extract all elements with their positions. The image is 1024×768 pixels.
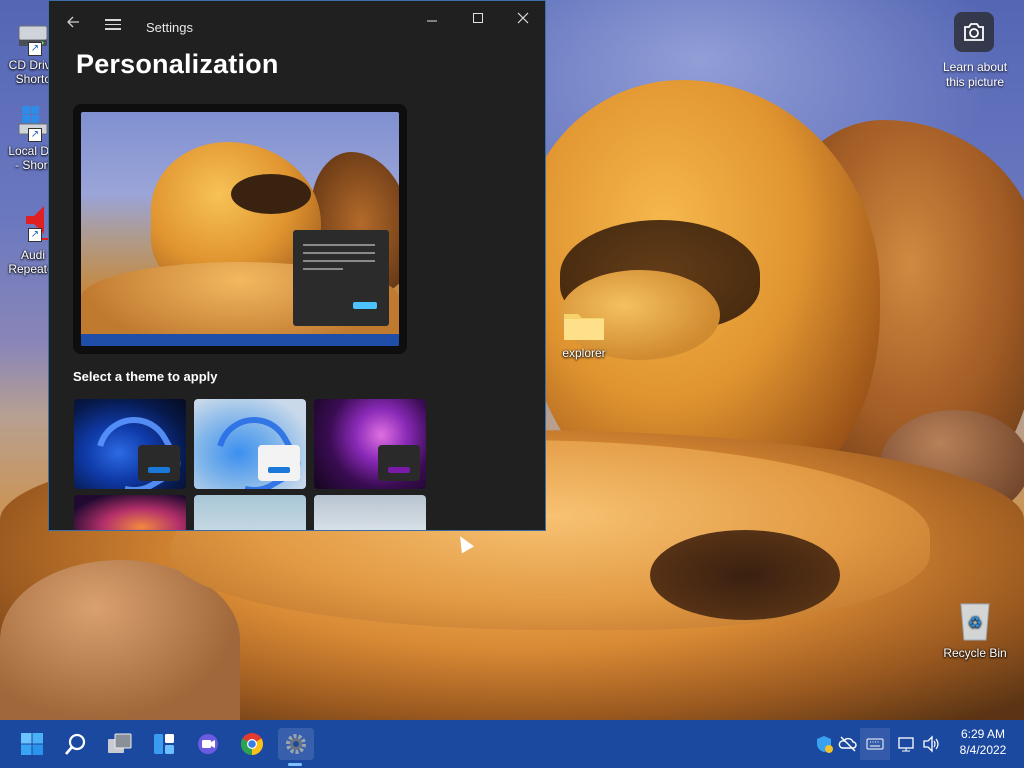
theme-option[interactable] [74, 495, 186, 530]
window-title: Settings [146, 20, 193, 35]
chrome-button[interactable] [234, 728, 270, 760]
clock[interactable]: 6:29 AM 8/4/2022 [944, 726, 1022, 758]
theme-preview-image [81, 112, 399, 346]
theme-preview [73, 104, 407, 354]
hamburger-icon [105, 19, 121, 30]
start-button[interactable] [14, 728, 50, 760]
volume-icon [923, 735, 939, 753]
recycle-bin-icon: ♻ [955, 598, 995, 642]
shortcut-arrow-icon: ↗ [28, 128, 42, 142]
speaker-icon: ↗ [16, 204, 50, 244]
windows-logo-icon [21, 733, 43, 755]
defender-tray-icon[interactable] [814, 734, 834, 754]
search-button[interactable] [58, 728, 94, 760]
clock-time: 6:29 AM [960, 727, 1006, 741]
desktop-icon-recycle-bin[interactable]: ♻ Recycle Bin [940, 598, 1010, 660]
desktop-icon-explorer[interactable]: explorer [549, 308, 619, 360]
widgets-button[interactable] [146, 728, 182, 760]
theme-mini-dialog [378, 445, 420, 481]
task-view-icon [108, 733, 132, 753]
keyboard-icon [866, 738, 884, 750]
drive-icon: ↗ [16, 18, 50, 56]
theme-option[interactable] [314, 495, 426, 530]
volume-tray-icon[interactable] [921, 734, 941, 754]
settings-taskbar-button[interactable] [278, 728, 314, 760]
wallpaper-rock-arch [650, 530, 840, 620]
theme-option[interactable] [194, 495, 306, 530]
preview-dialog [293, 230, 389, 326]
shield-icon [817, 736, 833, 753]
theme-option[interactable] [74, 399, 186, 489]
theme-option[interactable] [314, 399, 426, 489]
back-arrow-icon [67, 16, 79, 28]
keyboard-tray-button[interactable] [860, 728, 890, 760]
network-tray-icon[interactable] [897, 734, 917, 754]
gear-icon [286, 734, 306, 754]
desktop-icon-label: Recycle Bin [943, 646, 1007, 660]
theme-mini-dialog [138, 445, 180, 481]
desktop-icon-label: explorer [562, 346, 606, 360]
minimize-icon [427, 20, 437, 22]
onedrive-tray-icon[interactable] [838, 734, 858, 754]
menu-button[interactable] [105, 16, 121, 33]
theme-option[interactable] [194, 399, 306, 489]
search-icon [65, 733, 86, 755]
widgets-icon [154, 734, 174, 754]
network-icon [898, 737, 914, 752]
theme-mini-dialog [258, 445, 300, 481]
folder-icon [562, 308, 606, 342]
settings-window: Settings Personalization Select a theme … [48, 0, 546, 531]
active-app-indicator [288, 763, 302, 766]
local-disk-icon: ↗ [16, 104, 50, 142]
maximize-button[interactable] [463, 7, 493, 31]
task-view-button[interactable] [102, 728, 138, 760]
minimize-button[interactable] [417, 7, 447, 31]
chat-icon [198, 734, 218, 754]
taskbar [0, 720, 1024, 768]
svg-text:♻: ♻ [968, 615, 982, 632]
shortcut-arrow-icon: ↗ [28, 228, 42, 242]
close-icon [517, 12, 529, 24]
preview-taskbar [81, 334, 399, 346]
cloud-off-icon [838, 736, 857, 752]
learn-about-picture-button[interactable] [954, 12, 994, 52]
maximize-icon [473, 13, 483, 23]
page-title: Personalization [76, 49, 279, 79]
camera-icon [964, 23, 984, 41]
chat-button[interactable] [190, 728, 226, 760]
back-button[interactable] [65, 14, 85, 34]
close-button[interactable] [508, 7, 538, 31]
section-label: Select a theme to apply [73, 369, 218, 384]
title-bar[interactable]: Settings [49, 1, 545, 49]
learn-about-picture-label[interactable]: Learn about this picture [930, 60, 1020, 90]
clock-date: 8/4/2022 [959, 743, 1007, 757]
shortcut-arrow-icon: ↗ [28, 42, 42, 56]
chrome-icon [241, 733, 263, 755]
